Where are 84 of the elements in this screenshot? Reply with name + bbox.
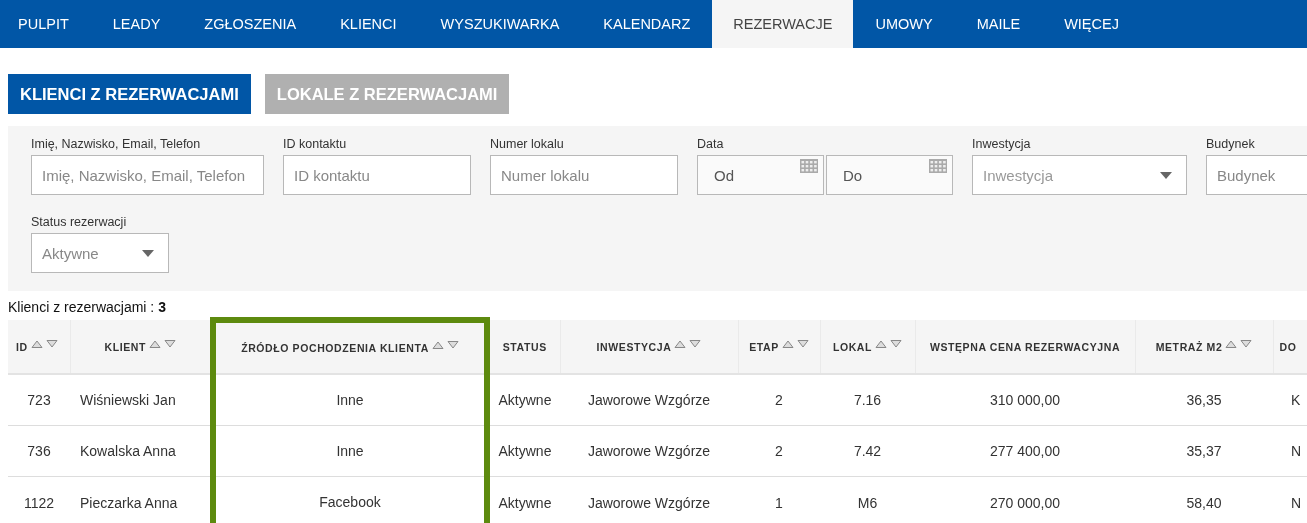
sort-down-icon[interactable] — [890, 339, 903, 348]
table-cell: 1122 — [8, 476, 70, 523]
sort-up-icon[interactable] — [149, 339, 161, 348]
nav-tab[interactable]: WIĘCEJ — [1042, 0, 1141, 48]
column-header: WSTĘPNA CENA REZERWACYJNA — [915, 320, 1135, 374]
table-cell: 2 — [738, 374, 820, 426]
table-cell: N — [1273, 425, 1307, 477]
nav-tab[interactable]: UMOWY — [853, 0, 955, 48]
column-header: DO — [1273, 320, 1307, 374]
table-cell: Kowalska Anna — [70, 425, 213, 477]
sort-down-icon[interactable] — [446, 341, 459, 349]
view-tab[interactable]: KLIENCI Z REZERWACJAMI — [8, 74, 251, 114]
table-cell: Aktywne — [487, 476, 560, 523]
sort-up-icon[interactable] — [1225, 339, 1238, 348]
field-label: Numer lokalu — [490, 137, 565, 151]
table-cell: 310 000,00 — [915, 374, 1135, 426]
column-header[interactable]: KLIENT — [70, 320, 213, 374]
calendar-icon — [929, 159, 947, 173]
table-cell: 35,37 — [1135, 425, 1273, 477]
table-cell: M6 — [820, 476, 915, 523]
sort-down-icon[interactable] — [164, 339, 176, 348]
calendar-icon — [800, 159, 818, 173]
text-field[interactable]: Budynek — [1206, 155, 1307, 195]
field-label: Budynek — [1206, 137, 1256, 151]
table-cell: Aktywne — [487, 425, 560, 477]
table-cell: 2 — [738, 425, 820, 477]
sort-up-icon[interactable] — [674, 339, 687, 348]
table-cell: 7.42 — [820, 425, 915, 477]
table-cell: Jaworowe Wzgórze — [560, 476, 738, 523]
column-header[interactable]: METRAŻ M2 — [1135, 320, 1273, 374]
sort-down-icon[interactable] — [689, 339, 702, 348]
field-label: Data — [697, 137, 725, 151]
nav-tab[interactable]: ZGŁOSZENIA — [182, 0, 319, 48]
column-header: STATUS — [487, 320, 560, 374]
sort-down-icon[interactable] — [796, 339, 809, 348]
dropdown-caret-icon — [142, 249, 154, 257]
text-field[interactable]: Numer lokalu — [490, 155, 678, 195]
field-label: Status rezerwacji — [31, 215, 128, 229]
select-field[interactable]: Aktywne — [31, 233, 169, 273]
table-cell: Wiśniewski Jan — [70, 374, 213, 426]
nav-tab[interactable]: MAILE — [954, 0, 1043, 48]
sort-down-icon[interactable] — [45, 339, 58, 348]
sort-up-icon[interactable] — [875, 339, 888, 348]
column-header[interactable]: INWESTYCJA — [560, 320, 738, 374]
table-cell: 58,40 — [1135, 476, 1273, 523]
table-cell: Inne — [213, 425, 487, 477]
table-cell: Facebook — [213, 476, 487, 523]
table-cell: K — [1273, 374, 1307, 426]
nav-tab[interactable]: PULPIT — [0, 0, 91, 48]
result-count: Klienci z rezerwacjami : 3 — [8, 299, 166, 315]
table-cell: Jaworowe Wzgórze — [560, 425, 738, 477]
table-cell: N — [1273, 476, 1307, 523]
field-label: ID kontaktu — [283, 137, 348, 151]
column-header[interactable]: ŹRÓDŁO POCHODZENIA KLIENTA — [213, 320, 487, 374]
nav-tab[interactable]: KALENDARZ — [581, 0, 713, 48]
table-cell: 723 — [8, 374, 70, 426]
table-cell: Aktywne — [487, 374, 560, 426]
field-label: Inwestycja — [972, 137, 1032, 151]
sort-up-icon[interactable] — [781, 339, 794, 348]
table-cell: Inne — [213, 374, 487, 426]
sort-down-icon[interactable] — [1240, 339, 1253, 348]
date-field[interactable]: Do — [826, 155, 953, 195]
table-cell: 277 400,00 — [915, 425, 1135, 477]
table-cell: 7.16 — [820, 374, 915, 426]
field-label: Imię, Nazwisko, Email, Telefon — [31, 137, 202, 151]
column-header[interactable]: ID — [8, 320, 70, 374]
table-cell: 1 — [738, 476, 820, 523]
column-header[interactable]: LOKAL — [820, 320, 915, 374]
column-header[interactable]: ETAP — [738, 320, 820, 374]
nav-tab[interactable]: LEADY — [90, 0, 183, 48]
nav-tab[interactable]: KLIENCI — [318, 0, 419, 48]
date-field[interactable]: Od — [697, 155, 824, 195]
nav-tab[interactable]: WYSZUKIWARKA — [418, 0, 582, 48]
nav-tab[interactable]: REZERWACJE — [712, 0, 854, 48]
table-cell: 270 000,00 — [915, 476, 1135, 523]
table-cell: Jaworowe Wzgórze — [560, 374, 738, 426]
sort-up-icon[interactable] — [30, 339, 43, 348]
sort-up-icon[interactable] — [431, 341, 444, 349]
dropdown-caret-icon — [1160, 171, 1172, 179]
table-cell: Pieczarka Anna — [70, 476, 213, 523]
table-cell: 36,35 — [1135, 374, 1273, 426]
text-field[interactable]: ID kontaktu — [283, 155, 471, 195]
table-cell: 736 — [8, 425, 70, 477]
text-field[interactable]: Imię, Nazwisko, Email, Telefon — [31, 155, 264, 195]
